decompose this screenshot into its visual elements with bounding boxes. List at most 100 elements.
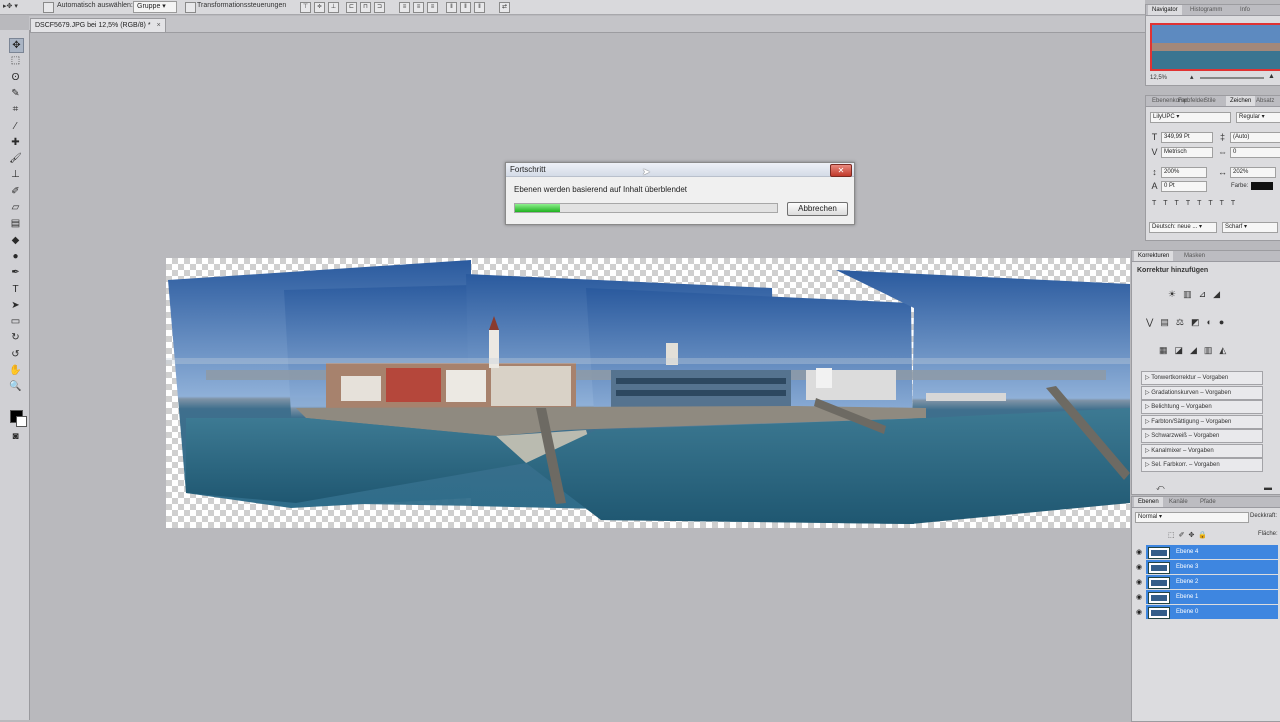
stamp-icon[interactable]: ⊥ — [9, 168, 22, 181]
tab-masks[interactable]: Masken — [1180, 251, 1209, 261]
tab-zeichen[interactable]: Zeichen — [1226, 96, 1256, 106]
navigator-zoom-value[interactable]: 12,5% — [1150, 75, 1167, 81]
layer-lock-icons[interactable]: ⬚✐✥🔒 — [1168, 531, 1211, 539]
auto-select-dropdown[interactable]: Gruppe ▾ — [133, 1, 177, 13]
baseline-shift-field[interactable]: 0 Pt — [1161, 181, 1207, 192]
zoom-icon[interactable]: 🔍 — [9, 380, 22, 393]
adjustment-icons-row-1[interactable]: ☀▥⊿◢ — [1168, 289, 1248, 301]
background-color-swatch[interactable] — [16, 416, 27, 427]
zoom-out-icon[interactable]: ▴ — [1190, 73, 1194, 81]
type-icon[interactable]: T — [9, 283, 22, 296]
healing-icon[interactable]: ✚ — [9, 136, 22, 149]
text-style-buttons[interactable]: TTTTTTTT — [1152, 200, 1277, 211]
gradient-icon[interactable]: ▤ — [9, 217, 22, 230]
tab-adjustments[interactable]: Korrekturen — [1134, 251, 1174, 261]
hand-icon[interactable]: ✋ — [9, 364, 22, 377]
eyedropper-icon[interactable]: ⁄ — [9, 120, 22, 133]
adjustment-icons-row-2[interactable]: ⋁▤⚖◩◐● — [1146, 317, 1276, 329]
adjustment-preset[interactable]: ▷ Belichtung – Vorgaben — [1141, 400, 1263, 414]
align-left-icon[interactable]: ⊏ — [346, 2, 357, 13]
adjustment-preset[interactable]: ▷ Sel. Farbkorr. – Vorgaben — [1141, 458, 1263, 472]
layer-row[interactable]: Ebene 1 — [1146, 590, 1278, 604]
distribute-left-icon[interactable]: ‖ — [446, 2, 457, 13]
dodge-icon[interactable]: ● — [9, 250, 22, 263]
vertical-scale-field[interactable]: 200% — [1161, 167, 1207, 178]
path-select-icon[interactable]: ➤ — [9, 299, 22, 312]
history-brush-icon[interactable]: ✐ — [9, 185, 22, 198]
tracking-field[interactable]: 0 — [1230, 147, 1280, 158]
visibility-eye-icon[interactable]: ◉ — [1136, 563, 1142, 571]
brush-icon[interactable]: 🖌 — [9, 152, 22, 165]
quick-select-icon[interactable]: ✎ — [9, 87, 22, 100]
shape-icon[interactable]: ▭ — [9, 315, 22, 328]
font-family-field[interactable]: LilyUPC ▾ — [1150, 112, 1231, 123]
move-icon[interactable]: ✥ — [9, 38, 24, 53]
adjustment-preset[interactable]: ▷ Farbton/Sättigung – Vorgaben — [1141, 414, 1263, 429]
blur-icon[interactable]: ◆ — [9, 234, 22, 247]
crop-icon[interactable]: ⌗ — [9, 103, 22, 116]
close-icon[interactable]: ✕ — [830, 164, 852, 177]
tab-channels[interactable]: Kanäle — [1165, 497, 1192, 507]
tab-absatz[interactable]: Absatz — [1252, 96, 1278, 106]
align-top-icon[interactable]: ⊤ — [300, 2, 311, 13]
blend-mode-field[interactable]: Normal ▾ — [1135, 512, 1249, 523]
auto-align-icon[interactable]: ⇄ — [499, 2, 510, 13]
layer-row[interactable]: Ebene 3 — [1146, 560, 1278, 574]
3d-rotate-icon[interactable]: ↻ — [9, 331, 22, 344]
distribute-vcenter-icon[interactable]: ≡ — [413, 2, 424, 13]
navigator-thumbnail[interactable] — [1150, 23, 1280, 71]
panel-menu-icon[interactable]: ▬ — [1264, 483, 1272, 492]
align-vcenter-icon[interactable]: ≑ — [314, 2, 325, 13]
distribute-bottom-icon[interactable]: ≡ — [427, 2, 438, 13]
move-tool-icon[interactable]: ▸✥ ▾ — [3, 2, 18, 10]
return-icon[interactable]: ⤺ — [1156, 483, 1165, 493]
text-color-swatch[interactable] — [1251, 182, 1273, 190]
font-size-field[interactable]: 349,99 Pt — [1161, 132, 1213, 143]
3d-orbit-icon[interactable]: ↺ — [9, 348, 22, 361]
eraser-icon[interactable]: ▱ — [9, 201, 22, 214]
align-right-icon[interactable]: ⊐ — [374, 2, 385, 13]
distribute-top-icon[interactable]: ≡ — [399, 2, 410, 13]
zoom-in-icon[interactable]: ▲ — [1268, 73, 1275, 80]
visibility-eye-icon[interactable]: ◉ — [1136, 608, 1142, 616]
tab-histogram[interactable]: Histogramm — [1186, 5, 1226, 15]
visibility-eye-icon[interactable]: ◉ — [1136, 578, 1142, 586]
quick-mask-icon[interactable]: ◙ — [9, 430, 22, 443]
tab-layers[interactable]: Ebenen — [1134, 497, 1163, 507]
adjustment-preset[interactable]: ▷ Kanalmixer – Vorgaben — [1141, 443, 1263, 458]
close-icon[interactable]: × — [157, 22, 161, 29]
horizontal-scale-field[interactable]: 202% — [1230, 167, 1276, 178]
visibility-eye-icon[interactable]: ◉ — [1136, 548, 1142, 556]
layer-row[interactable]: Ebene 2 — [1146, 575, 1278, 589]
align-hcenter-icon[interactable]: ⊓ — [360, 2, 371, 13]
lasso-icon[interactable]: ʘ — [9, 71, 22, 84]
marquee-icon[interactable]: ⬚ — [9, 54, 22, 67]
adjustment-icons-row-3[interactable]: ▦◪◢▥◭ — [1159, 345, 1259, 357]
tab-navigator[interactable]: Navigator — [1148, 5, 1182, 15]
distribute-hcenter-icon[interactable]: ‖ — [460, 2, 471, 13]
dialog-title-bar[interactable]: Fortschritt ✕ — [506, 163, 854, 177]
document-canvas[interactable] — [166, 258, 1130, 528]
antialias-field[interactable]: Scharf ▾ — [1222, 222, 1278, 233]
tab-info[interactable]: Info — [1236, 5, 1254, 15]
font-style-field[interactable]: Regular ▾ — [1236, 112, 1280, 123]
pen-icon[interactable]: ✒ — [9, 266, 22, 279]
kerning-field[interactable]: Metrisch — [1161, 147, 1213, 158]
zoom-slider[interactable] — [1200, 77, 1264, 79]
language-field[interactable]: Deutsch: neue ... ▾ — [1149, 222, 1217, 233]
cancel-button[interactable]: Abbrechen — [787, 202, 848, 216]
tab-paths[interactable]: Pfade — [1196, 497, 1220, 507]
adjustment-preset[interactable]: ▷ Tonwertkorrektur – Vorgaben — [1141, 371, 1263, 385]
distribute-right-icon[interactable]: ‖ — [474, 2, 485, 13]
align-bottom-icon[interactable]: ⊥ — [328, 2, 339, 13]
transform-controls-checkbox[interactable] — [185, 2, 196, 13]
layer-row[interactable]: Ebene 4 — [1146, 545, 1278, 559]
visibility-eye-icon[interactable]: ◉ — [1136, 593, 1142, 601]
layer-row[interactable]: Ebene 0 — [1146, 605, 1278, 619]
adjustment-preset[interactable]: ▷ Gradationskurven – Vorgaben — [1141, 385, 1263, 400]
document-tab[interactable]: DSCF5679.JPG bei 12,5% (RGB/8) * × — [30, 18, 166, 32]
adjustment-preset[interactable]: ▷ Schwarzweiß – Vorgaben — [1141, 429, 1263, 443]
tab-stile[interactable]: Stile — [1200, 96, 1220, 106]
auto-select-checkbox[interactable] — [43, 2, 54, 13]
leading-field[interactable]: (Auto) — [1230, 132, 1280, 143]
